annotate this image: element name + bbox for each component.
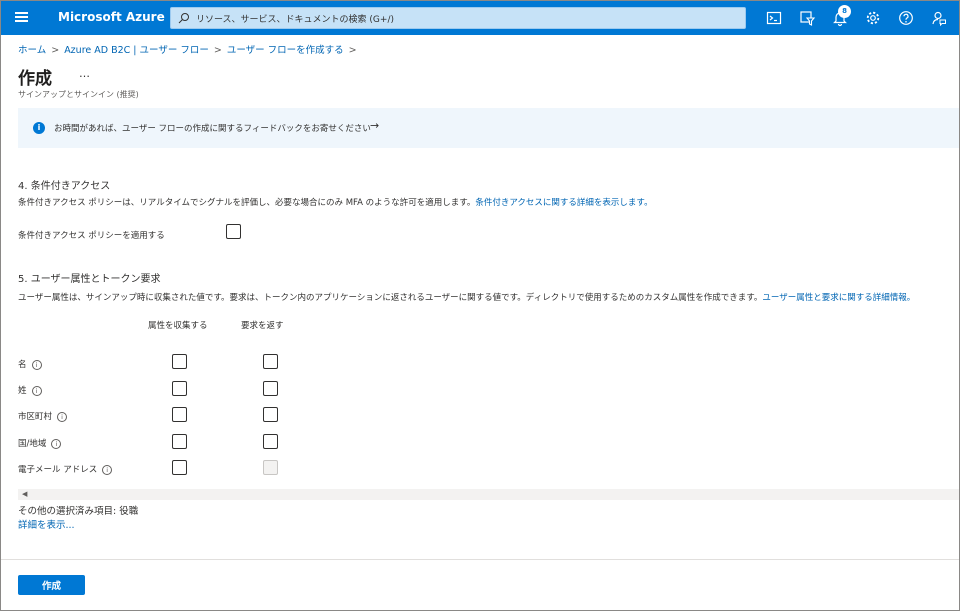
footer-divider xyxy=(1,559,959,560)
help-icon[interactable] xyxy=(897,9,915,27)
page-subtitle: サインアップとサインイン (推奨) xyxy=(18,90,139,99)
search-icon xyxy=(178,13,189,24)
show-more-link[interactable]: 詳細を表示... xyxy=(18,517,75,531)
return-claim-checkbox[interactable] xyxy=(263,354,278,369)
brand-label[interactable]: Microsoft Azure xyxy=(58,10,165,24)
directory-filter-icon[interactable] xyxy=(798,9,816,27)
attribute-row-label: 電子メール アドレス i xyxy=(18,463,113,475)
attribute-row-label: 国/地域 i xyxy=(18,437,62,449)
breadcrumb-separator: > xyxy=(51,45,60,56)
info-icon[interactable]: i xyxy=(51,438,62,449)
user-attributes-description: ユーザー属性は、サインアップ時に収集された値です。要求は、トークン内のアプリケー… xyxy=(18,291,915,303)
arrow-right-icon: → xyxy=(370,119,380,132)
search-placeholder: リソース、サービス、ドキュメントの検索 (G+/) xyxy=(196,15,394,25)
collect-attribute-column-header: 属性を収集する xyxy=(148,321,208,331)
attribute-row-label: 市区町村 i xyxy=(18,410,68,422)
collect-attribute-checkbox[interactable] xyxy=(172,460,187,475)
info-icon[interactable]: i xyxy=(31,359,42,370)
breadcrumb-user-flows[interactable]: Azure AD B2C | ユーザー フロー xyxy=(64,45,209,56)
other-selected-items: その他の選択済み項目: 役職 xyxy=(18,506,139,517)
cloud-shell-icon[interactable] xyxy=(765,9,783,27)
info-icon[interactable]: i xyxy=(57,411,68,422)
horizontal-scrollbar[interactable]: ◀ xyxy=(18,489,959,500)
attribute-name: 市区町村 xyxy=(18,412,53,422)
info-icon[interactable]: i xyxy=(31,385,42,396)
create-user-flow-page: Microsoft Azure リソース、サービス、ドキュメントの検索 (G+/… xyxy=(0,0,960,611)
return-claim-checkbox[interactable] xyxy=(263,434,278,449)
attribute-row-label: 名i xyxy=(18,358,42,370)
user-attributes-learn-more-link[interactable]: ユーザー属性と要求に関する詳細情報。 xyxy=(762,293,915,303)
page-title: 作成 xyxy=(18,69,52,89)
feedback-banner-text: お時間があれば、ユーザー フローの作成に関するフィードバックをお寄せください xyxy=(54,124,371,134)
conditional-access-policy-checkbox[interactable] xyxy=(226,224,241,239)
search-input[interactable]: リソース、サービス、ドキュメントの検索 (G+/) xyxy=(170,7,746,29)
conditional-access-learn-more-link[interactable]: 条件付きアクセスに関する詳細を表示します。 xyxy=(475,198,652,208)
create-button[interactable]: 作成 xyxy=(18,575,85,595)
feedback-icon[interactable] xyxy=(930,9,948,27)
attribute-name: 姓 xyxy=(18,386,27,396)
return-claim-checkbox[interactable] xyxy=(263,381,278,396)
conditional-access-heading: 4. 条件付きアクセス xyxy=(18,181,111,192)
collect-attribute-checkbox[interactable] xyxy=(172,381,187,396)
gear-icon[interactable] xyxy=(864,9,882,27)
feedback-banner[interactable]: i お時間があれば、ユーザー フローの作成に関するフィードバックをお寄せください… xyxy=(18,108,959,148)
conditional-access-description: 条件付きアクセス ポリシーは、リアルタイムでシグナルを評価し、必要な場合にのみ … xyxy=(18,196,653,208)
scroll-left-icon[interactable]: ◀ xyxy=(22,490,27,498)
notification-badge: 8 xyxy=(838,5,851,18)
attribute-name: 名 xyxy=(18,360,27,370)
collect-attribute-checkbox[interactable] xyxy=(172,354,187,369)
user-attributes-description-text: ユーザー属性は、サインアップ時に収集された値です。要求は、トークン内のアプリケー… xyxy=(18,293,763,303)
breadcrumb-separator: > xyxy=(348,45,357,56)
more-options-button[interactable]: … xyxy=(79,67,91,80)
info-icon: i xyxy=(33,122,45,134)
collect-attribute-checkbox[interactable] xyxy=(172,434,187,449)
attribute-name: 電子メール アドレス xyxy=(18,465,98,475)
info-icon[interactable]: i xyxy=(102,464,113,475)
breadcrumb: ホーム > Azure AD B2C | ユーザー フロー > ユーザー フローを作成す… xyxy=(18,42,362,56)
return-claim-column-header: 要求を返す xyxy=(241,321,284,331)
breadcrumb-separator: > xyxy=(213,45,222,56)
breadcrumb-create-user-flow[interactable]: ユーザー フローを作成する xyxy=(227,45,344,56)
conditional-access-policy-label: 条件付きアクセス ポリシーを適用する xyxy=(18,231,165,241)
conditional-access-description-text: 条件付きアクセス ポリシーは、リアルタイムでシグナルを評価し、必要な場合にのみ … xyxy=(18,198,476,208)
breadcrumb-home[interactable]: ホーム xyxy=(18,45,46,56)
menu-icon[interactable] xyxy=(15,12,28,22)
user-attributes-heading: 5. ユーザー属性とトークン要求 xyxy=(18,274,161,285)
return-claim-checkbox[interactable] xyxy=(263,407,278,422)
return-claim-checkbox-disabled xyxy=(263,460,278,475)
collect-attribute-checkbox[interactable] xyxy=(172,407,187,422)
top-bar: Microsoft Azure リソース、サービス、ドキュメントの検索 (G+/… xyxy=(1,1,959,35)
attribute-row-label: 姓i xyxy=(18,384,42,396)
attribute-name: 国/地域 xyxy=(18,439,47,449)
